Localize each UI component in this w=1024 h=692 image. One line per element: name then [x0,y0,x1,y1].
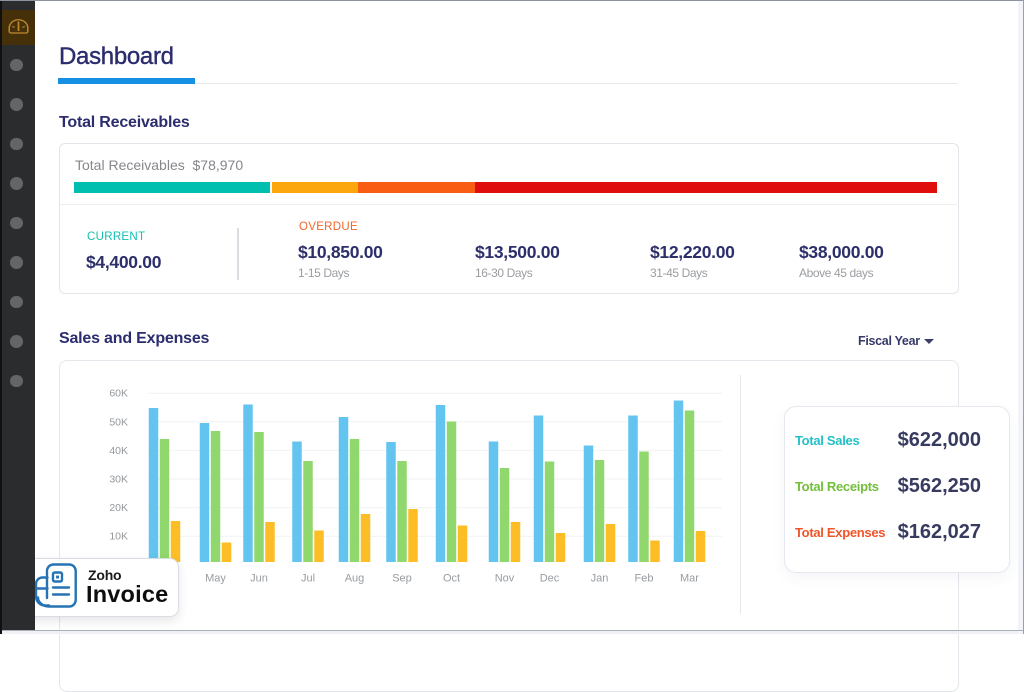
svg-text:Jul: Jul [301,573,315,585]
svg-text:Dec: Dec [540,573,560,585]
svg-text:Aug: Aug [345,573,365,585]
svg-text:50K: 50K [109,416,128,428]
svg-text:60K: 60K [109,388,128,400]
svg-text:May: May [205,573,226,585]
svg-text:20K: 20K [109,502,128,514]
svg-text:Mar: Mar [680,573,699,585]
svg-text:Oct: Oct [443,573,460,585]
svg-text:Nov: Nov [495,573,515,585]
svg-text:Jun: Jun [250,573,268,585]
svg-text:Sep: Sep [392,573,412,585]
svg-text:Jan: Jan [591,573,609,585]
svg-text:40K: 40K [109,445,128,457]
svg-text:30K: 30K [109,474,128,486]
svg-text:10K: 10K [109,531,128,543]
svg-text:Feb: Feb [635,573,654,585]
